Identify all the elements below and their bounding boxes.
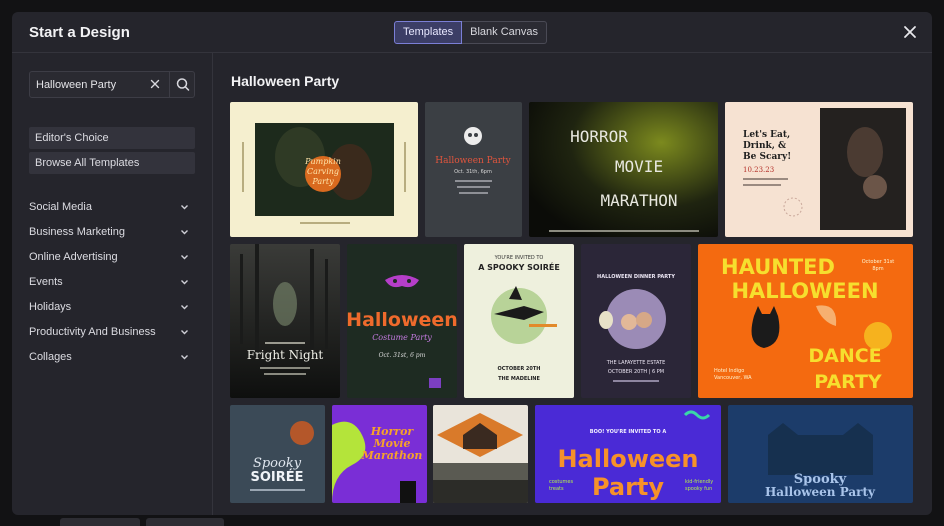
background-thumbnail [146,518,224,526]
tile-text-line: October 31st [862,259,895,265]
tile-text-line: BOO! YOU'RE INVITED TO A [590,429,667,435]
tile-title-line: Halloween Party [435,156,511,166]
tile-text-line: OCTOBER 20TH | 6 PM [608,369,664,375]
tile-text-line: THE LAFAYETTE ESTATE [606,360,666,366]
tile-title-line: Marathon [361,449,423,462]
tile-text-line: 8pm [872,266,883,272]
tile-title-line: DANCE [808,345,881,367]
chevron-down-icon [181,230,188,235]
blank-canvas-tab[interactable]: Blank Canvas [462,21,548,44]
tile-title-line: Party [311,177,334,186]
template-spooky-soiree-dark[interactable]: Spooky SOIRÉE [230,405,325,503]
browse-all-templates-link[interactable]: Browse All Templates [29,152,195,174]
template-spooky-halloween-party-blue[interactable]: Spooky Halloween Party [728,405,913,503]
category-label: Online Advertising [29,251,118,263]
template-pumpkin-carving-party[interactable]: Pumpkin Carving Party [230,102,418,237]
category-label: Collages [29,351,72,363]
tile-title-line: Spooky [253,456,302,471]
tile-title-line: PARTY [814,371,882,393]
templates-tab[interactable]: Templates [394,21,463,44]
template-horror-movie-marathon-slime[interactable]: Horror Movie Marathon [332,405,427,503]
editors-choice-link[interactable]: Editor's Choice [29,127,195,149]
tile-text-line: spooky fun [685,486,712,492]
tile-title-line: Be Scary! [743,152,791,162]
category-label: Productivity And Business [29,326,156,338]
template-lets-eat-drink-be-scary[interactable]: Let's Eat, Drink, & Be Scary! 10.23.23 [725,102,913,237]
category-events[interactable]: Events [29,273,195,291]
search-icon [176,78,190,91]
category-social-media[interactable]: Social Media [29,198,195,216]
chevron-down-icon [181,355,188,360]
template-haunted-halloween-dance-party[interactable]: HAUNTED October 31st 8pm HALLOWEEN DANCE… [698,244,913,398]
chevron-down-icon [181,330,188,335]
clear-icon[interactable] [148,77,162,91]
tile-title-line: Fright Night [247,348,324,362]
tile-title-line: MARATHON [600,191,677,210]
template-halloween-costume-party[interactable]: Halloween Costume Party Oct. 31st, 6 pm [347,244,457,398]
tile-text-line: Hotel Indigo [714,368,744,374]
chevron-down-icon [181,205,188,210]
tile-text-line: Costume Party [372,333,432,342]
start-design-modal: Start a Design Templates Blank Canvas Ed… [12,12,932,515]
tile-title-line: Drink, & [743,141,786,151]
tile-title-line: SOIRÉE [250,469,303,485]
tile-title-line: HAUNTED [721,255,835,279]
chevron-down-icon [181,280,188,285]
chevron-down-icon [181,305,188,310]
category-collages[interactable]: Collages [29,348,195,366]
template-haunted-house-photo[interactable] [433,405,528,503]
sidebar: Editor's Choice Browse All Templates Soc… [12,53,213,515]
search-button[interactable] [169,72,195,97]
tile-title-line: Halloween Party [765,485,876,499]
category-business-marketing[interactable]: Business Marketing [29,223,195,241]
tile-text-line: OCTOBER 20TH [498,366,541,372]
tile-title-line: Pumpkin [304,157,341,166]
category-label: Events [29,276,63,288]
template-horror-movie-marathon[interactable]: HORROR MOVIE MARATHON [529,102,718,237]
category-label: Business Marketing [29,226,125,238]
tile-text-line: treats [549,486,564,492]
tile-text-line: Oct. 31st, 6 pm [379,352,426,359]
chevron-down-icon [181,255,188,260]
category-productivity-and-business[interactable]: Productivity And Business [29,323,195,341]
tile-title-line: Halloween [557,445,698,473]
category-label: Social Media [29,201,92,213]
search-input[interactable] [30,72,148,97]
modal-header: Start a Design Templates Blank Canvas [12,12,932,53]
mode-toggle: Templates Blank Canvas [394,21,548,44]
tile-title-line: Let's Eat, [743,130,790,140]
tile-title-line: HALLOWEEN DINNER PARTY [597,274,675,280]
close-icon[interactable] [902,24,918,40]
category-holidays[interactable]: Holidays [29,298,195,316]
tile-text-line: Vancouver, WA [714,375,752,381]
tile-title-line: A SPOOKY SOIRÉE [478,261,560,272]
tile-title-line: HALLOWEEN [731,279,878,303]
template-spooky-soiree[interactable]: YOU'RE INVITED TO A SPOOKY SOIRÉE OCTOBE… [464,244,574,398]
template-halloween-party-purple[interactable]: BOO! YOU'RE INVITED TO A Halloween Party… [535,405,721,503]
tile-title-line: Carving [307,167,339,176]
modal-title: Start a Design [29,24,130,41]
tile-title-line: Halloween [347,309,457,331]
tile-title-line: HORROR [570,127,628,146]
tile-text-line: costumes [549,479,573,485]
tile-title-line: MOVIE [615,157,663,176]
background-thumbnail [60,518,140,526]
category-label: Holidays [29,301,72,313]
tile-title-line: Party [592,473,664,501]
category-online-advertising[interactable]: Online Advertising [29,248,195,266]
template-halloween-party-skull[interactable]: Halloween Party Oct. 31th, 6pm [425,102,522,237]
template-fright-night[interactable]: Fright Night [230,244,340,398]
search-box [29,71,195,98]
template-halloween-dinner-party[interactable]: HALLOWEEN DINNER PARTY THE LAFAYETTE EST… [581,244,691,398]
tile-text-line: Oct. 31th, 6pm [454,169,492,175]
tile-text-line: THE MADELINE [498,376,540,382]
tile-text-line: YOU'RE INVITED TO [494,255,544,261]
results-heading: Halloween Party [231,73,340,89]
tile-text-line: 10.23.23 [743,166,774,174]
tile-text-line: kid-friendly [685,479,713,485]
